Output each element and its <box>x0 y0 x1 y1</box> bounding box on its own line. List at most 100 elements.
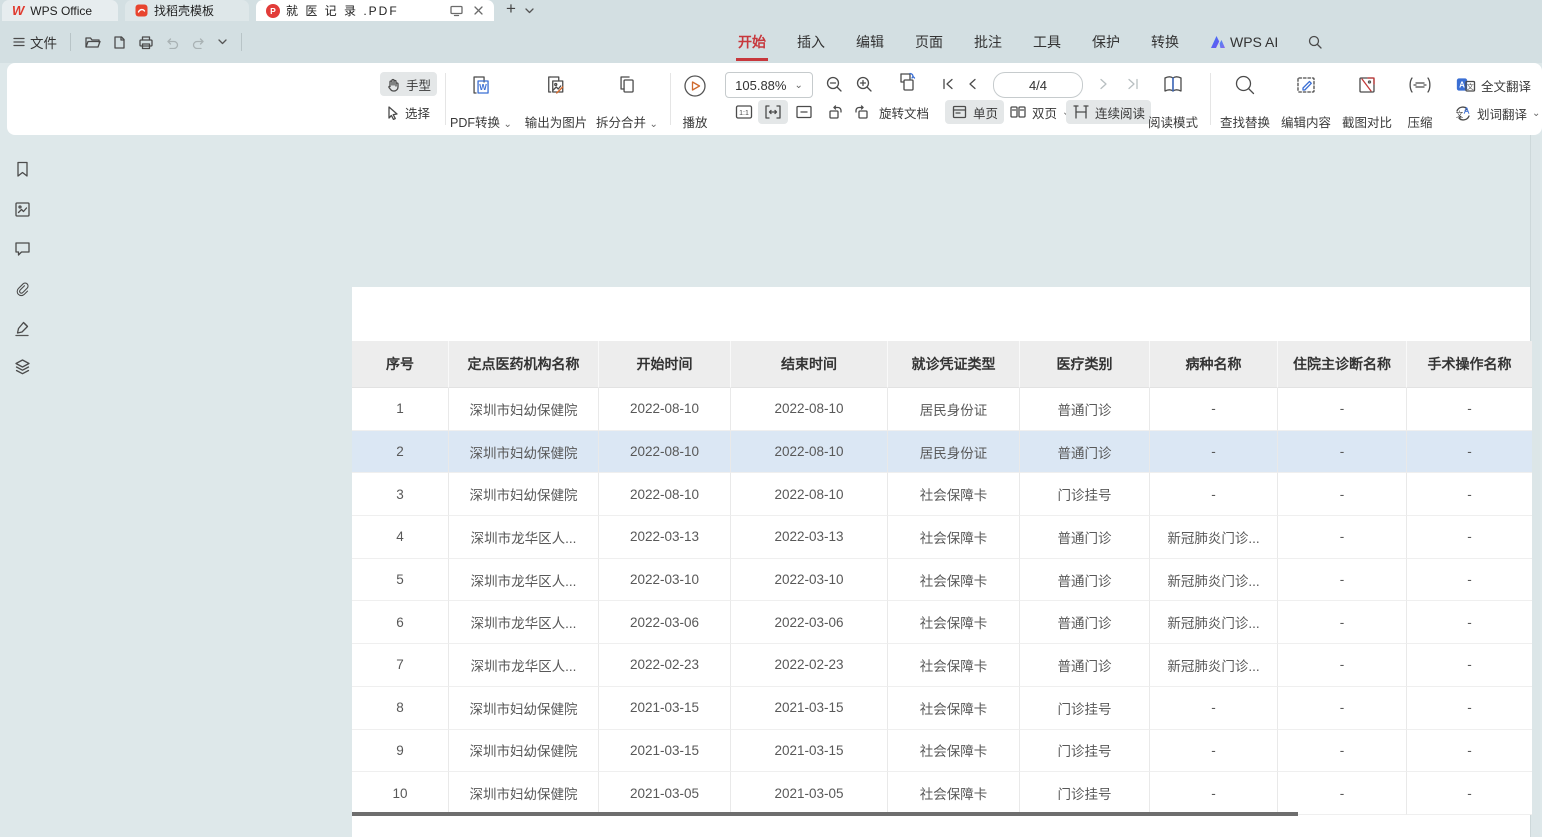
table-cell[interactable]: 普通门诊 <box>1020 559 1150 602</box>
rotate-left-icon[interactable] <box>827 104 844 120</box>
table-cell[interactable]: 新冠肺炎门诊... <box>1150 559 1278 602</box>
table-cell[interactable]: - <box>1150 772 1278 815</box>
menu-tab-protect[interactable]: 保护 <box>1090 32 1122 52</box>
table-cell[interactable]: 社会保障卡 <box>888 601 1020 644</box>
table-cell[interactable]: 深圳市龙华区人... <box>449 559 599 602</box>
first-page-button[interactable] <box>935 72 961 96</box>
table-cell[interactable]: 深圳市妇幼保健院 <box>449 431 599 474</box>
zoom-in-button[interactable] <box>849 72 879 96</box>
table-cell[interactable]: 居民身份证 <box>888 431 1020 474</box>
full-translate-button[interactable]: A文 全文翻译 <box>1450 73 1537 97</box>
table-cell[interactable]: 2022-03-06 <box>731 601 888 644</box>
table-cell[interactable]: - <box>1278 559 1407 602</box>
table-cell[interactable]: 1 <box>352 388 449 431</box>
table-cell[interactable]: 门诊挂号 <box>1020 772 1150 815</box>
search-icon[interactable] <box>1307 34 1323 50</box>
next-page-button[interactable] <box>1093 72 1115 96</box>
table-cell[interactable]: 2022-08-10 <box>599 388 731 431</box>
table-cell[interactable]: 2022-03-13 <box>599 516 731 559</box>
table-cell[interactable]: 社会保障卡 <box>888 772 1020 815</box>
table-cell[interactable]: 5 <box>352 559 449 602</box>
page-number-input[interactable]: 4/4 <box>993 72 1083 98</box>
table-cell[interactable]: 2021-03-15 <box>599 687 731 730</box>
table-cell[interactable]: - <box>1407 730 1532 773</box>
redo-icon[interactable] <box>191 36 206 49</box>
table-cell[interactable]: 普通门诊 <box>1020 644 1150 687</box>
comment-icon[interactable] <box>13 240 32 257</box>
table-cell[interactable]: - <box>1278 516 1407 559</box>
monitor-icon[interactable] <box>450 5 463 17</box>
table-cell[interactable]: 深圳市龙华区人... <box>449 516 599 559</box>
table-cell[interactable]: 门诊挂号 <box>1020 687 1150 730</box>
table-cell[interactable]: 7 <box>352 644 449 687</box>
table-cell[interactable]: - <box>1150 687 1278 730</box>
export-image-button[interactable]: 输出为图片 <box>521 70 592 134</box>
table-cell[interactable]: 2022-03-13 <box>731 516 888 559</box>
table-cell[interactable]: - <box>1150 473 1278 516</box>
menu-tab-wps-ai[interactable]: WPS AI <box>1208 34 1280 50</box>
new-tab-button[interactable]: + <box>506 0 516 21</box>
play-button[interactable]: 播放 <box>678 70 712 134</box>
tab-docer-templates[interactable]: 找稻壳模板 <box>125 0 249 21</box>
actual-size-button[interactable]: 1:1 <box>729 100 759 124</box>
table-cell[interactable]: 社会保障卡 <box>888 559 1020 602</box>
quickbar-chevron-icon[interactable] <box>217 38 228 46</box>
signature-icon[interactable] <box>13 319 32 338</box>
table-cell[interactable]: 新冠肺炎门诊... <box>1150 601 1278 644</box>
table-cell[interactable]: 2021-03-15 <box>731 687 888 730</box>
table-cell[interactable]: - <box>1278 772 1407 815</box>
table-cell[interactable]: 居民身份证 <box>888 388 1020 431</box>
table-cell[interactable]: - <box>1278 431 1407 474</box>
table-cell[interactable]: 8 <box>352 687 449 730</box>
table-cell[interactable]: - <box>1407 431 1532 474</box>
table-cell[interactable]: 深圳市妇幼保健院 <box>449 772 599 815</box>
compress-button[interactable]: 压缩 <box>1403 70 1437 134</box>
edit-content-button[interactable]: 编辑内容 <box>1277 70 1335 134</box>
table-cell[interactable]: 2022-02-23 <box>599 644 731 687</box>
last-page-button[interactable] <box>1120 72 1146 96</box>
fit-width-button[interactable] <box>758 100 788 124</box>
single-page-button[interactable]: 单页 <box>945 100 1004 124</box>
menu-tab-insert[interactable]: 插入 <box>795 32 827 52</box>
read-mode-button[interactable]: 阅读模式 <box>1144 70 1202 134</box>
select-tool-button[interactable]: 选择 <box>380 100 436 124</box>
tab-document-pdf[interactable]: P 就 医 记 录 .PDF <box>256 0 494 21</box>
table-cell[interactable]: 2022-03-06 <box>599 601 731 644</box>
table-cell[interactable]: - <box>1150 388 1278 431</box>
file-menu-button[interactable]: 文件 <box>12 32 57 52</box>
table-cell[interactable]: 深圳市妇幼保健院 <box>449 388 599 431</box>
table-cell[interactable]: 2022-03-10 <box>599 559 731 602</box>
print-icon[interactable] <box>138 35 154 50</box>
table-cell[interactable]: 社会保障卡 <box>888 730 1020 773</box>
layers-icon[interactable] <box>13 358 32 376</box>
thumbnail-icon[interactable] <box>13 200 32 219</box>
table-cell[interactable]: - <box>1407 644 1532 687</box>
table-cell[interactable]: 深圳市妇幼保健院 <box>449 730 599 773</box>
screenshot-compare-button[interactable]: 截图对比 <box>1338 70 1396 134</box>
table-cell[interactable]: 6 <box>352 601 449 644</box>
page-jump-button[interactable] <box>887 70 925 94</box>
table-cell[interactable]: 9 <box>352 730 449 773</box>
save-icon[interactable] <box>112 35 127 50</box>
attachment-icon[interactable] <box>13 280 32 299</box>
table-cell[interactable]: - <box>1407 559 1532 602</box>
prev-page-button[interactable] <box>961 72 983 96</box>
table-cell[interactable]: 2021-03-05 <box>731 772 888 815</box>
word-translate-button[interactable]: 文A 划词翻译 ⌄ <box>1448 101 1542 125</box>
table-cell[interactable]: 2021-03-15 <box>599 730 731 773</box>
table-cell[interactable]: 社会保障卡 <box>888 516 1020 559</box>
menu-tab-page[interactable]: 页面 <box>913 32 945 52</box>
table-cell[interactable]: 新冠肺炎门诊... <box>1150 644 1278 687</box>
table-cell[interactable]: - <box>1407 687 1532 730</box>
table-cell[interactable]: - <box>1407 772 1532 815</box>
menu-tab-annotate[interactable]: 批注 <box>972 32 1004 52</box>
table-cell[interactable]: 2 <box>352 431 449 474</box>
table-cell[interactable]: 2022-08-10 <box>731 388 888 431</box>
table-cell[interactable]: - <box>1278 730 1407 773</box>
tab-list-chevron-icon[interactable] <box>524 0 535 21</box>
table-cell[interactable]: 3 <box>352 473 449 516</box>
open-file-icon[interactable] <box>84 35 101 50</box>
find-replace-button[interactable]: 查找替换 <box>1216 70 1274 134</box>
table-cell[interactable]: - <box>1278 388 1407 431</box>
continuous-read-button[interactable]: 连续阅读 <box>1066 100 1151 124</box>
